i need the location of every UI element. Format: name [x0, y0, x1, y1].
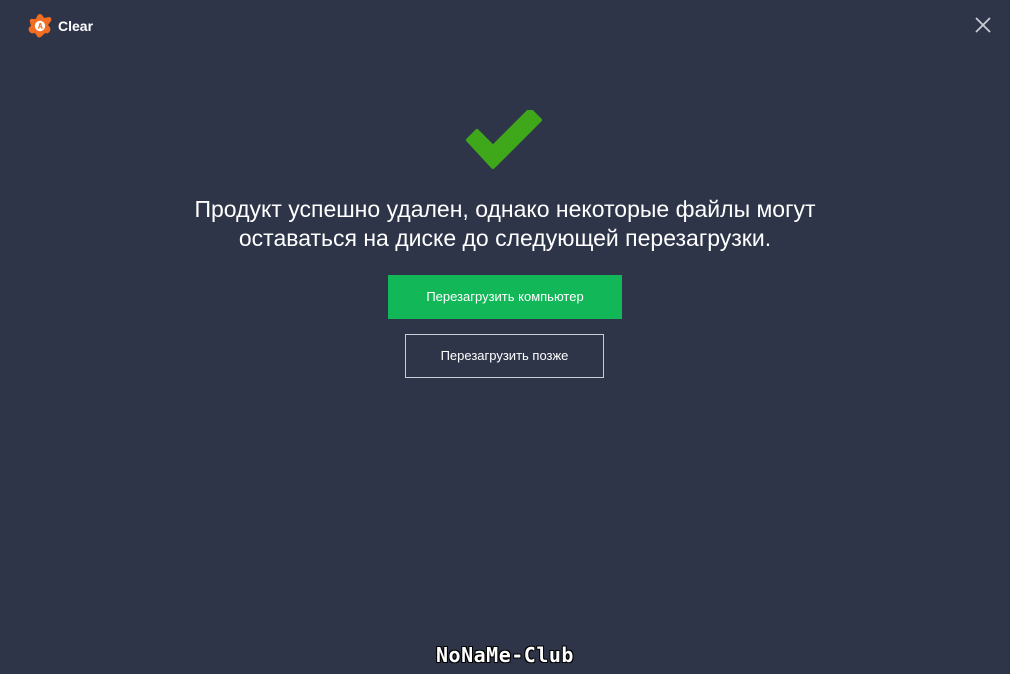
close-button[interactable]	[968, 10, 998, 40]
status-message: Продукт успешно удален, однако некоторые…	[105, 195, 905, 253]
avast-logo-icon	[27, 13, 53, 39]
uninstall-complete-window: Clear Продукт успешно удален, однако нек…	[0, 0, 1010, 674]
title-bar: Clear	[0, 0, 1010, 52]
status-message-line-1: Продукт успешно удален, однако некоторые…	[194, 196, 816, 222]
restart-later-button[interactable]: Перезагрузить позже	[405, 334, 604, 378]
watermark: NoNaMe-Club	[436, 643, 574, 667]
status-message-line-2: оставаться на диске до следующей перезаг…	[238, 225, 772, 251]
close-icon	[975, 17, 991, 33]
checkmark-icon	[466, 110, 542, 169]
app-title: Clear	[58, 18, 94, 34]
restart-now-button[interactable]: Перезагрузить компьютер	[388, 275, 622, 319]
